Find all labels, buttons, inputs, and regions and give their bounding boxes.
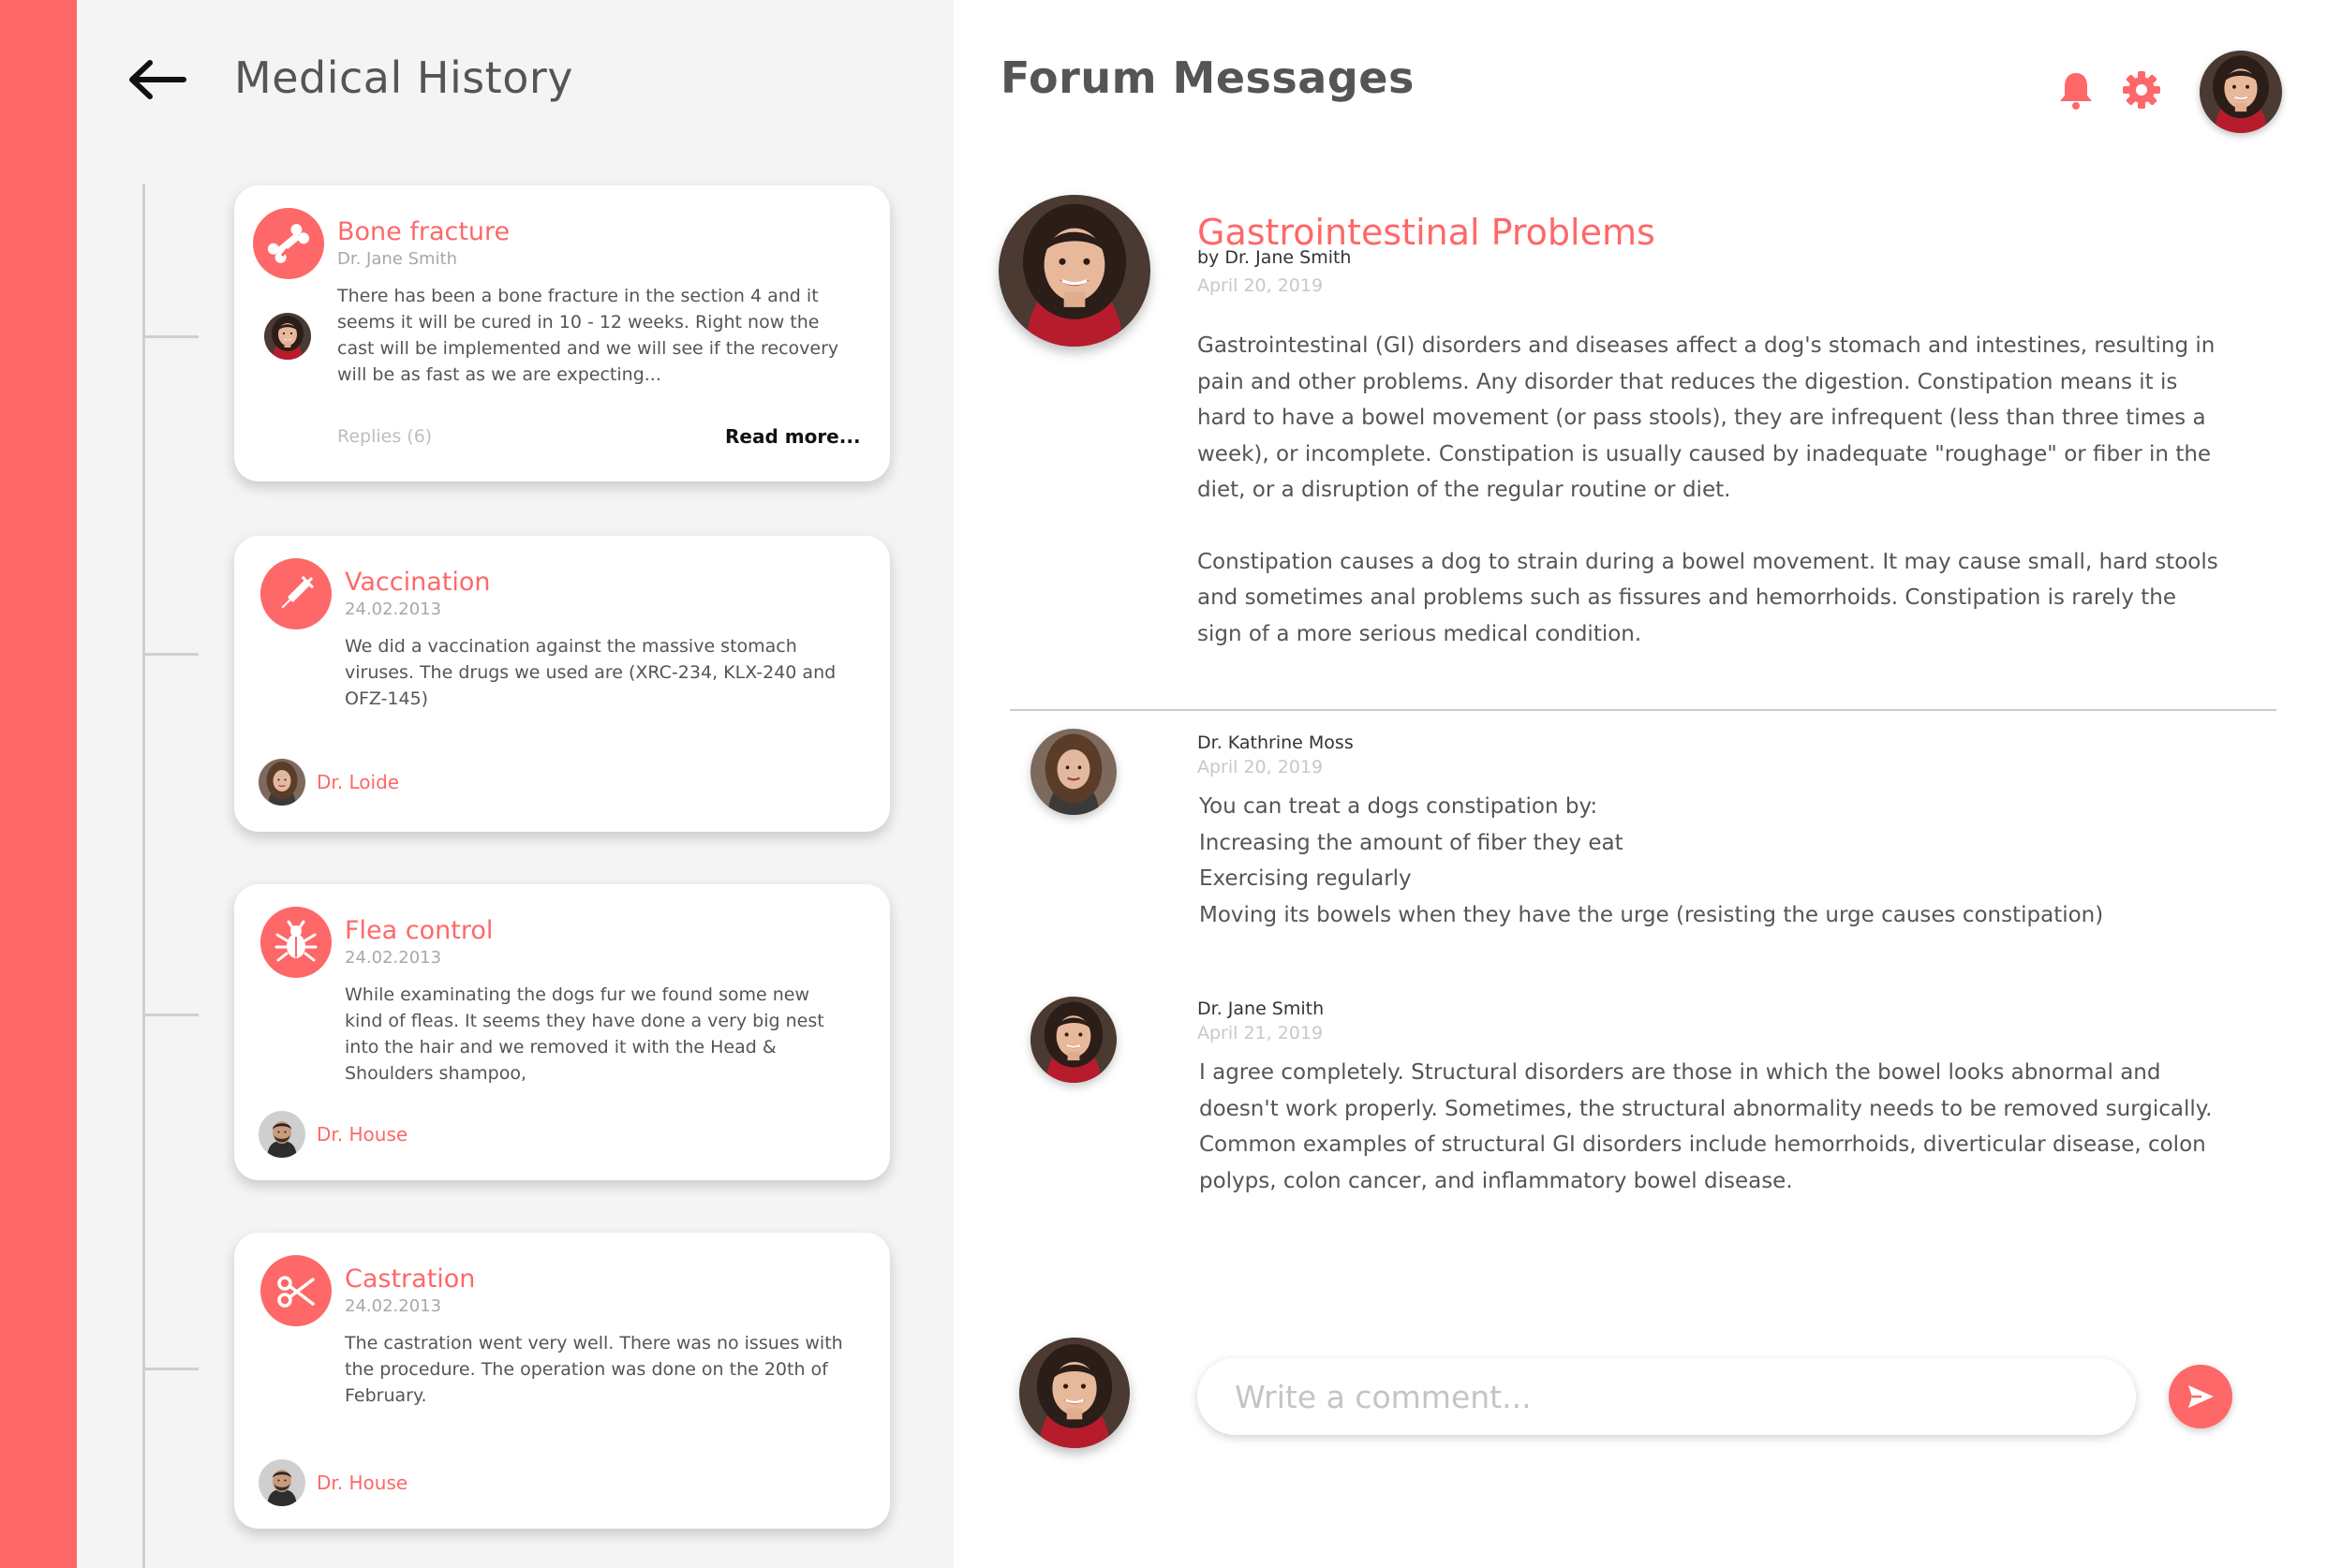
card-author[interactable]: Dr. House [259,1459,408,1506]
reply-line: You can treat a dogs constipation by: [1199,794,1598,819]
bell-icon [2060,73,2092,110]
reply-line: Increasing the amount of fiber they eat [1199,830,1623,855]
read-more-link[interactable]: Read more... [725,425,861,448]
card-author[interactable]: Dr. House [259,1111,408,1158]
card-date: 24.02.2013 [345,599,442,619]
medical-history-panel: Medical History Bone fracture Dr. Jane S… [77,0,954,1568]
reply-body: I agree completely. Structural disorders… [1199,1060,2213,1193]
timeline-tick [142,1013,199,1016]
card-title: Bone fracture [337,217,511,246]
history-card-castration[interactable]: Castration 24.02.2013 The castration wen… [234,1233,890,1529]
author-name: Dr. House [317,1472,408,1494]
profile-avatar[interactable] [2200,51,2282,133]
card-title: Castration [345,1265,476,1294]
timeline-tick [142,1368,199,1370]
author-name: Dr. Loide [317,771,400,793]
reply-avatar [1030,997,1117,1083]
reply-line: Moving its bowels when they have the urg… [1199,902,2104,927]
reply-avatar [1030,729,1117,815]
card-date: 24.02.2013 [345,948,442,968]
history-card-flea-control[interactable]: Flea control 24.02.2013 While examinatin… [234,884,890,1180]
syringe-icon [260,558,332,629]
current-user-avatar [1019,1338,1130,1448]
bug-icon [260,907,332,978]
post-author-avatar [999,195,1150,347]
post-paragraph: Gastrointestinal (GI) disorders and dise… [1197,333,2216,502]
card-body: We did a vaccination against the massive… [345,636,837,709]
reply-date: April 21, 2019 [1197,1023,1324,1043]
avatar [264,313,311,360]
card-body: The castration went very well. There was… [345,1333,843,1406]
settings-button[interactable] [2121,69,2162,111]
card-date: 24.02.2013 [345,1296,442,1316]
scissors-icon [260,1255,332,1326]
arrow-left-icon [129,60,186,99]
post-body: Gastrointestinal (GI) disorders and dise… [1197,328,2218,688]
replies-count[interactable]: Replies (6) [337,426,432,447]
send-icon [2188,1385,2214,1408]
history-card-bone-fracture[interactable]: Bone fracture Dr. Jane Smith There has b… [234,185,890,481]
timeline-line [142,184,145,1568]
timeline-tick [142,335,199,338]
avatar [259,759,305,806]
author-name: Dr. House [317,1123,408,1146]
card-author[interactable]: Dr. Loide [259,759,399,806]
post-paragraph: Constipation causes a dog to strain duri… [1197,549,2218,646]
reply-line: Exercising regularly [1199,866,1412,891]
reply-author: Dr. Kathrine Moss [1197,732,1354,753]
post-author: by Dr. Jane Smith [1197,247,1352,268]
card-title: Vaccination [345,568,491,597]
card-body: While examinating the dogs fur we found … [345,984,824,1084]
gear-icon [2123,71,2160,109]
send-button[interactable] [2169,1365,2232,1428]
avatar [259,1111,305,1158]
timeline-tick [142,653,199,656]
reply-body: You can treat a dogs constipation by: In… [1199,789,2220,933]
avatar [259,1459,305,1506]
app-root: Medical History Bone fracture Dr. Jane S… [0,0,2342,1568]
history-card-vaccination[interactable]: Vaccination 24.02.2013 We did a vaccinat… [234,536,890,832]
reply-author: Dr. Jane Smith [1197,998,1325,1019]
card-body: There has been a bone fracture in the se… [337,286,839,385]
accent-strip [0,0,77,1568]
card-doctor: Dr. Jane Smith [337,249,458,269]
divider [1010,709,2276,711]
card-title: Flea control [345,916,494,945]
notifications-button[interactable] [2055,69,2097,111]
bone-icon [253,208,324,279]
back-button[interactable] [126,56,187,103]
medical-history-title: Medical History [234,52,574,103]
reply-date: April 20, 2019 [1197,757,1324,777]
forum-messages-title: Forum Messages [1001,52,1415,103]
comment-input[interactable] [1197,1358,2136,1435]
post-date: April 20, 2019 [1197,275,1324,296]
